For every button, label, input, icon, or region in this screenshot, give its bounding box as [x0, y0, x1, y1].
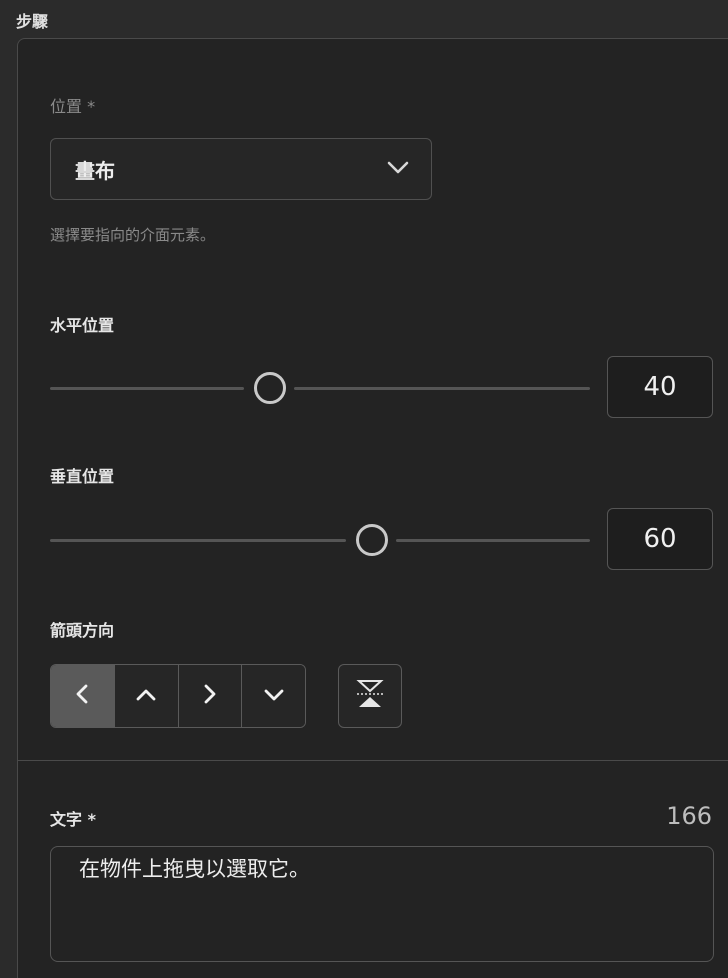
- arrow-direction-group: [50, 664, 306, 728]
- text-input[interactable]: 在物件上拖曳以選取它。: [50, 846, 714, 962]
- step-editor: 步驟 位置 * 畫布 選擇要指向的介面元素。 水平位置 40 垂直位置 60 箭…: [0, 0, 728, 978]
- character-counter: 166: [666, 802, 712, 830]
- slider-track-right: [294, 387, 590, 390]
- chevron-right-icon: [203, 683, 217, 709]
- section-divider: [17, 760, 728, 761]
- slider-thumb[interactable]: [356, 524, 388, 556]
- slider-track-left: [50, 387, 244, 390]
- location-select-value: 畫布: [75, 158, 115, 183]
- arrow-down-button[interactable]: [242, 665, 305, 727]
- flip-arrow-button[interactable]: [338, 664, 402, 728]
- slider-track-left: [50, 539, 346, 542]
- arrow-up-button[interactable]: [114, 665, 179, 727]
- location-select[interactable]: 畫布: [50, 138, 432, 200]
- location-label: 位置 *: [50, 97, 96, 116]
- horizontal-position-input[interactable]: 40: [607, 356, 713, 418]
- section-title: 步驟: [16, 12, 49, 31]
- horizontal-position-slider[interactable]: [50, 368, 590, 408]
- chevron-down-icon: [263, 687, 285, 706]
- arrow-left-button[interactable]: [51, 665, 115, 727]
- text-label: 文字 *: [50, 810, 96, 829]
- chevron-down-icon: [387, 160, 409, 179]
- vertical-position-slider[interactable]: [50, 520, 590, 560]
- chevron-up-icon: [135, 687, 157, 706]
- arrow-right-button[interactable]: [178, 665, 243, 727]
- flip-vertical-icon: [356, 679, 384, 713]
- vertical-position-label: 垂直位置: [50, 467, 115, 486]
- slider-thumb[interactable]: [254, 372, 286, 404]
- vertical-position-input[interactable]: 60: [607, 508, 713, 570]
- arrow-direction-label: 箭頭方向: [50, 621, 115, 640]
- chevron-left-icon: [75, 683, 89, 709]
- horizontal-position-label: 水平位置: [50, 316, 115, 335]
- location-help-text: 選擇要指向的介面元素。: [50, 226, 216, 244]
- slider-track-right: [396, 539, 590, 542]
